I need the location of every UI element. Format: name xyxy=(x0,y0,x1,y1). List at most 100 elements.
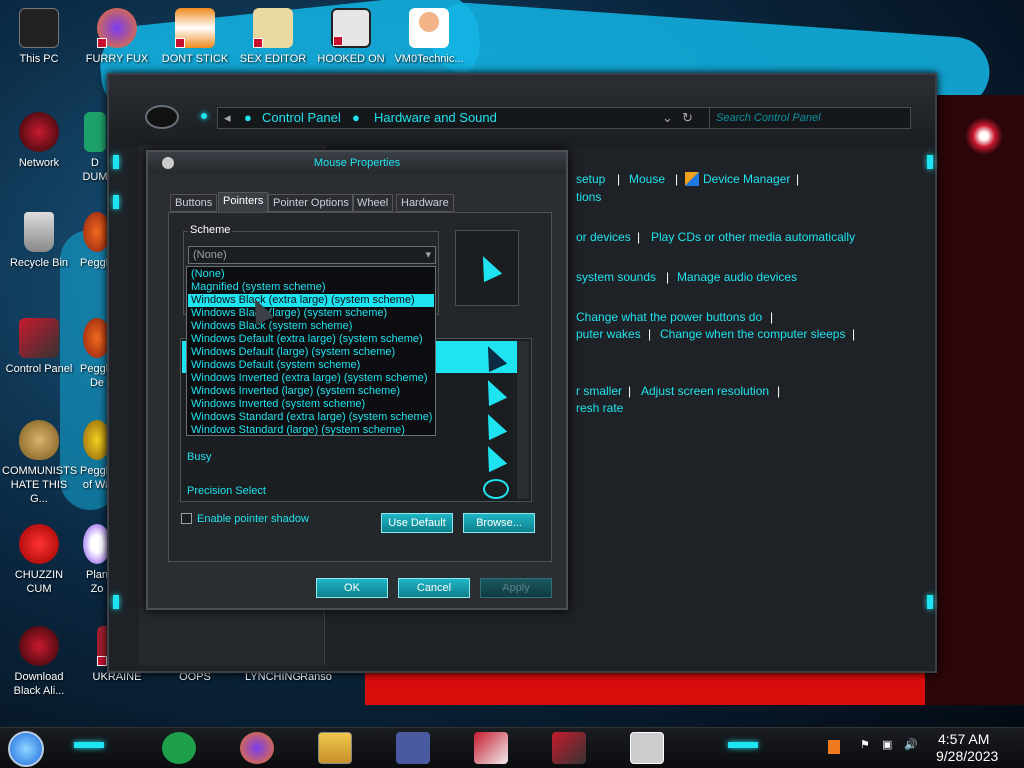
cancel-button[interactable]: Cancel xyxy=(398,578,470,598)
desktop-icon-communists[interactable]: COMMUNISTS HATE THIS G... xyxy=(2,420,77,506)
ok-button[interactable]: OK xyxy=(316,578,388,598)
link-adjust-resolution[interactable]: Adjust screen resolution xyxy=(641,384,769,398)
this-pc-icon xyxy=(19,8,59,48)
scheme-option-highlighted[interactable]: Windows Black (extra large) (system sche… xyxy=(188,294,434,307)
taskbar-app-icon[interactable] xyxy=(552,732,586,764)
scheme-option[interactable]: Windows Standard (large) (system scheme) xyxy=(191,424,405,436)
desktop-icon-recycle-bin[interactable]: Recycle Bin xyxy=(2,212,76,270)
desktop-icon-chuzzin[interactable]: CHUZZIN CUM xyxy=(2,524,76,596)
tab-pointers[interactable]: Pointers xyxy=(218,192,269,212)
link-separator: | xyxy=(617,172,621,186)
scheme-dropdown-list[interactable]: (None) Magnified (system scheme) Windows… xyxy=(186,266,436,436)
apply-button[interactable]: Apply xyxy=(480,578,552,598)
tray-network-icon[interactable]: ▣ xyxy=(882,738,892,751)
link-play-cds[interactable]: Play CDs or other media automatically xyxy=(651,230,855,244)
taskbar-file-explorer-icon[interactable] xyxy=(318,732,352,764)
taskbar-notes-icon[interactable] xyxy=(162,732,196,764)
maze-game-icon xyxy=(331,8,371,48)
link-separator: | xyxy=(666,270,670,284)
refresh-icon[interactable]: ↻ xyxy=(682,108,693,128)
taskbar-control-panel-icon[interactable] xyxy=(396,732,430,764)
scheme-option[interactable]: Windows Standard (extra large) (system s… xyxy=(191,411,432,424)
desktop-icon-hooked-on[interactable]: HOOKED ON xyxy=(314,8,388,66)
crosshair-cursor-icon xyxy=(483,479,509,499)
cursor-row-busy[interactable]: Busy xyxy=(187,451,211,463)
scheme-option[interactable]: Windows Inverted (large) (system scheme) xyxy=(191,385,400,398)
link-power-buttons[interactable]: Change what the power buttons do xyxy=(576,310,762,324)
link-separator: | xyxy=(777,384,781,398)
desktop-icon-sex-editor[interactable]: SEX EDITOR xyxy=(236,8,310,66)
working-cursor-icon xyxy=(478,409,508,441)
tray-bullhorn-icon[interactable] xyxy=(828,740,840,754)
link-manage-audio[interactable]: Manage audio devices xyxy=(677,270,797,284)
shortcut-arrow-icon xyxy=(175,38,185,48)
recycle-bin-icon xyxy=(24,212,54,252)
hxd-editor-icon xyxy=(253,8,293,48)
tab-hardware[interactable]: Hardware xyxy=(396,194,454,212)
tab-buttons[interactable]: Buttons xyxy=(170,194,218,212)
tray-date[interactable]: 9/28/2023 xyxy=(936,748,998,764)
tab-pointer-options[interactable]: Pointer Options xyxy=(268,194,354,212)
search-input[interactable]: Search Control Panel xyxy=(709,107,911,129)
enable-shadow-checkbox[interactable] xyxy=(181,513,192,524)
link-puter-wakes[interactable]: puter wakes xyxy=(576,327,641,341)
desktop-icon-download-black-alien[interactable]: Download Black Ali... xyxy=(2,626,76,698)
desktop-icon-dont-stick[interactable]: DONT STICK xyxy=(158,8,232,66)
scheme-option[interactable]: Windows Default (system scheme) xyxy=(191,359,360,372)
taskbar-firefox-icon[interactable] xyxy=(240,732,274,764)
scheme-option[interactable]: Windows Inverted (extra large) (system s… xyxy=(191,372,428,385)
link-or-devices[interactable]: or devices xyxy=(576,230,631,244)
shortcut-arrow-icon xyxy=(97,656,107,666)
back-icon[interactable]: ◂ xyxy=(224,108,231,128)
dialog-title: Mouse Properties xyxy=(148,152,566,174)
window-glow xyxy=(927,155,933,169)
link-device-manager[interactable]: Device Manager xyxy=(703,172,790,186)
desktop-icon-d-dum[interactable]: D DUM xyxy=(80,112,110,184)
link-separator: | xyxy=(648,327,652,341)
desktop-icon-control-panel[interactable]: Control Panel xyxy=(2,318,76,376)
desktop-icon-furry-fux[interactable]: FURRY FUX xyxy=(80,8,154,66)
use-default-button[interactable]: Use Default xyxy=(381,513,453,533)
window-glow xyxy=(113,595,119,609)
link-separator: | xyxy=(628,384,632,398)
scheme-option[interactable]: Windows Default (large) (system scheme) xyxy=(191,346,395,359)
chuzzle-icon xyxy=(19,524,59,564)
link-setup[interactable]: setup xyxy=(576,172,605,186)
scheme-option[interactable]: Windows Black (large) (system scheme) xyxy=(191,307,387,320)
browse-button[interactable]: Browse... xyxy=(463,513,535,533)
tray-flag-icon[interactable]: ⚑ xyxy=(860,738,870,751)
tab-wheel[interactable]: Wheel xyxy=(352,194,394,212)
link-resh-rate[interactable]: resh rate xyxy=(576,401,623,415)
desktop-icon-network[interactable]: Network xyxy=(2,112,76,170)
link-r-smaller[interactable]: r smaller xyxy=(576,384,622,398)
link-system-sounds[interactable]: system sounds xyxy=(576,270,656,284)
firefox-icon xyxy=(97,8,137,48)
scrollbar[interactable] xyxy=(517,341,529,499)
chevron-down-icon[interactable]: ⌄ xyxy=(662,108,673,128)
scheme-option[interactable]: Windows Black (system scheme) xyxy=(191,320,352,333)
start-button[interactable] xyxy=(8,731,44,767)
scheme-dropdown[interactable]: (None) ▾ xyxy=(188,246,436,264)
link-computer-sleeps[interactable]: Change when the computer sleeps xyxy=(660,327,845,341)
d-dum-icon xyxy=(84,112,106,152)
scheme-option[interactable]: Windows Inverted (system scheme) xyxy=(191,398,365,411)
desktop-icon-vm0technic[interactable]: VM0Technic... xyxy=(392,8,466,66)
breadcrumb-hardware-sound[interactable]: Hardware and Sound xyxy=(374,108,497,128)
scheme-option[interactable]: Windows Default (extra large) (system sc… xyxy=(191,333,423,346)
scheme-option[interactable]: Magnified (system scheme) xyxy=(191,281,326,294)
window-glow xyxy=(201,113,207,119)
tray-volume-icon[interactable]: 🔊 xyxy=(904,738,918,751)
taskbar-app-icon[interactable] xyxy=(474,732,508,764)
link-separator: | xyxy=(637,230,641,244)
scheme-option[interactable]: (None) xyxy=(191,268,225,281)
link-separator: | xyxy=(770,310,774,324)
cursor-row-precision[interactable]: Precision Select xyxy=(187,485,266,497)
link-tions[interactable]: tions xyxy=(576,190,601,204)
device-manager-icon xyxy=(685,172,699,186)
link-mouse[interactable]: Mouse xyxy=(629,172,665,186)
breadcrumb-control-panel[interactable]: Control Panel xyxy=(262,108,341,128)
doctor-icon xyxy=(409,8,449,48)
desktop-icon-this-pc[interactable]: This PC xyxy=(2,8,76,66)
taskbar-mouse-icon[interactable] xyxy=(630,732,664,764)
tray-time[interactable]: 4:57 AM xyxy=(938,731,989,747)
